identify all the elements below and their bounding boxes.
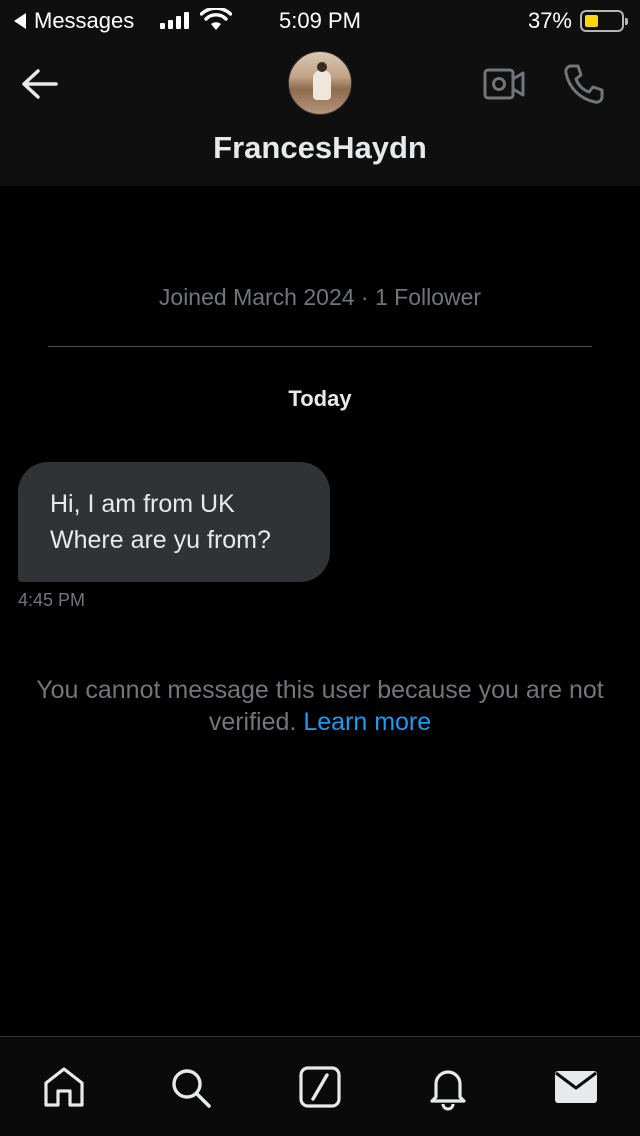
received-message-bubble[interactable]: Hi, I am from UK Where are yu from? [18, 462, 330, 582]
day-separator: Today [288, 386, 352, 411]
cannot-message-notice: You cannot message this user because you… [10, 674, 630, 738]
compose-icon[interactable] [296, 1063, 344, 1111]
message-line: Hi, I am from UK [50, 490, 235, 518]
battery-icon [580, 10, 628, 32]
home-icon[interactable] [40, 1063, 88, 1111]
profile-summary: Joined March 2024 · 1 Follower [158, 284, 482, 310]
messages-icon[interactable] [552, 1063, 600, 1111]
message-line: Where are yu from? [50, 526, 271, 554]
notifications-icon[interactable] [424, 1063, 472, 1111]
bottom-tab-bar [0, 1036, 640, 1136]
message-timestamp: 4:45 PM [18, 590, 86, 610]
back-arrow-icon[interactable] [18, 64, 62, 104]
learn-more-link[interactable]: Learn more [303, 708, 431, 736]
video-call-icon[interactable] [482, 66, 526, 102]
conversation-header: FrancesHaydn [0, 40, 640, 186]
battery-fill [585, 15, 598, 27]
contact-avatar[interactable] [288, 51, 352, 115]
battery-percent: 37% [527, 8, 572, 33]
status-bar: Messages 5:09 PM 37% [0, 0, 640, 40]
phone-call-icon[interactable] [562, 62, 606, 106]
divider [48, 346, 592, 347]
search-icon[interactable] [166, 1063, 214, 1111]
contact-name[interactable]: FrancesHaydn [0, 130, 640, 166]
